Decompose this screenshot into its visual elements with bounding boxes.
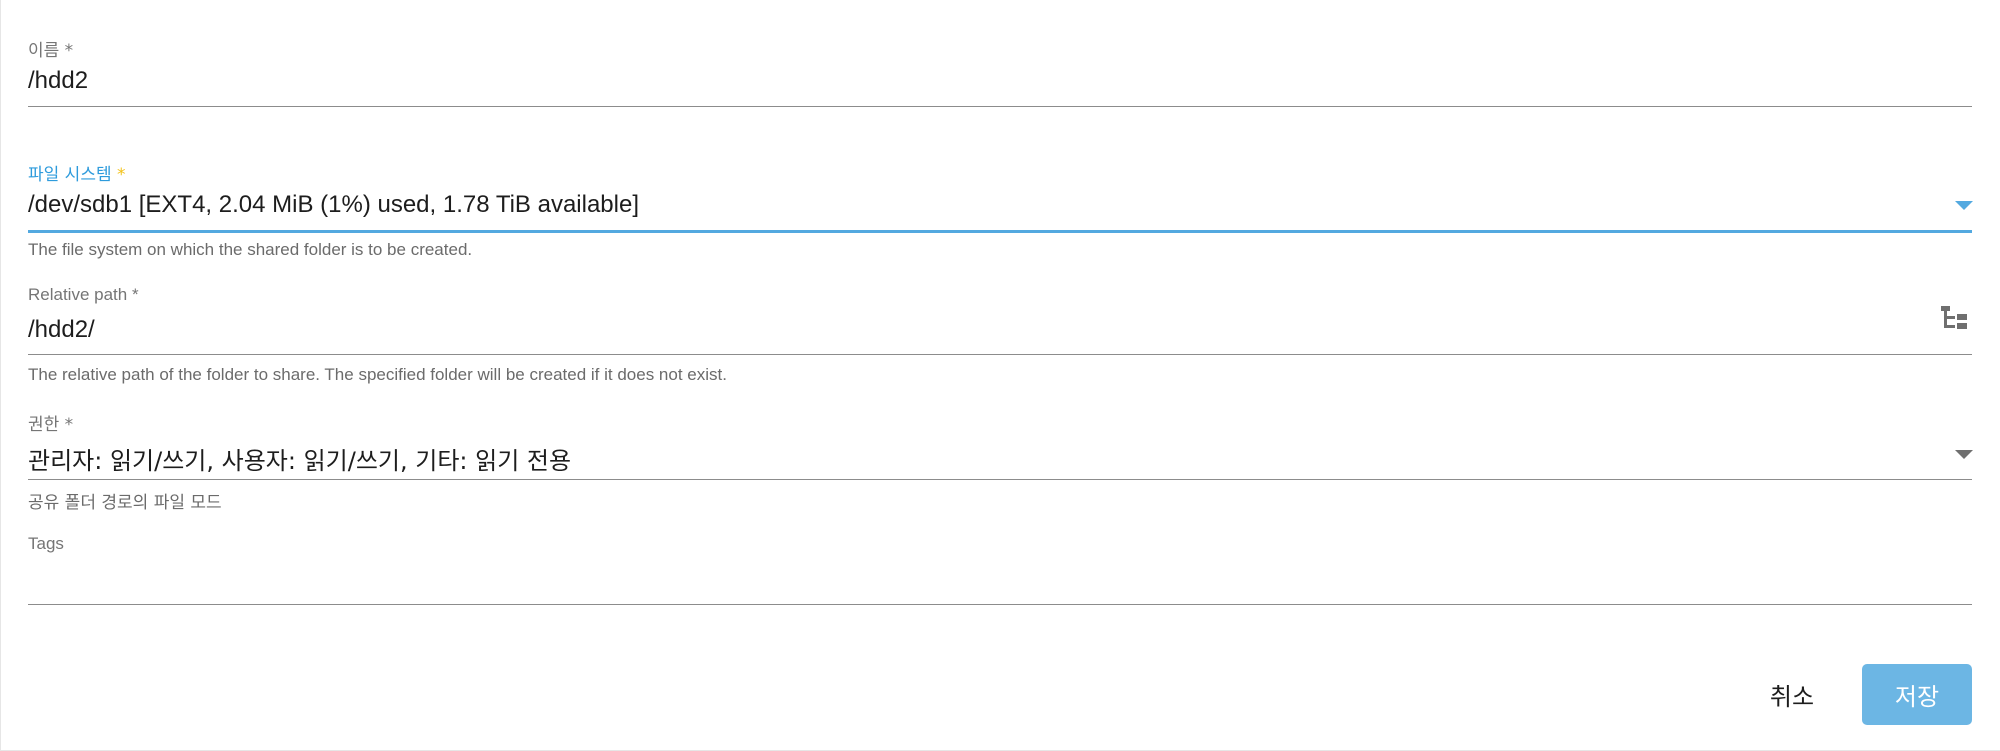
permissions-field[interactable]: 권한 * 관리자: 읽기/쓰기, 사용자: 읽기/쓰기, 기타: 읽기 전용 공… [28, 390, 1973, 520]
permissions-label: 권한 * [28, 410, 73, 435]
required-mark: * [111, 165, 126, 185]
relative-path-input[interactable]: /hdd2/ [28, 316, 95, 344]
tags-label: Tags [28, 534, 64, 553]
filesystem-field[interactable]: 파일 시스템 * /dev/sdb1 [EXT4, 2.04 MiB (1%) … [28, 110, 1973, 260]
chevron-down-icon[interactable] [1955, 450, 1973, 459]
required-mark: * [59, 415, 74, 435]
relative-path-label: Relative path * [28, 285, 139, 305]
filesystem-underline [28, 230, 1972, 233]
name-underline [28, 106, 1972, 107]
permissions-select[interactable]: 관리자: 읽기/쓰기, 사용자: 읽기/쓰기, 기타: 읽기 전용 [28, 441, 571, 476]
filesystem-label-text: 파일 시스템 [28, 165, 112, 185]
filesystem-select[interactable]: /dev/sdb1 [EXT4, 2.04 MiB (1%) used, 1.7… [28, 191, 639, 219]
name-label: 이름 * [28, 36, 73, 61]
permissions-hint: 공유 폴더 경로의 파일 모드 [28, 493, 222, 513]
filesystem-hint: The file system on which the shared fold… [28, 240, 473, 259]
cancel-button[interactable]: 취소 [1756, 672, 1828, 716]
name-field[interactable]: 이름 * /hdd2 [28, 0, 1972, 110]
relative-path-hint: The relative path of the folder to share… [28, 365, 727, 384]
relative-path-label-text: Relative path [28, 285, 128, 304]
permissions-underline [28, 479, 1972, 480]
required-mark: * [59, 41, 74, 61]
folder-tree-icon[interactable] [1939, 305, 1969, 335]
permissions-label-text: 권한 [28, 415, 60, 435]
tags-field[interactable]: Tags [28, 520, 1972, 620]
relative-path-underline [28, 354, 1972, 355]
relative-path-field[interactable]: Relative path * /hdd2/ The relative path… [28, 260, 1972, 390]
shared-folder-form: 이름 * /hdd2 파일 시스템 * /dev/sdb1 [EXT4, 2.0… [0, 0, 2000, 751]
chevron-down-icon[interactable] [1955, 201, 1973, 210]
save-button[interactable]: 저장 [1862, 664, 1972, 725]
name-label-text: 이름 [28, 41, 60, 61]
required-mark: * [127, 285, 139, 304]
tags-underline [28, 604, 1972, 605]
name-input[interactable]: /hdd2 [28, 67, 88, 95]
filesystem-label: 파일 시스템 * [28, 160, 126, 185]
